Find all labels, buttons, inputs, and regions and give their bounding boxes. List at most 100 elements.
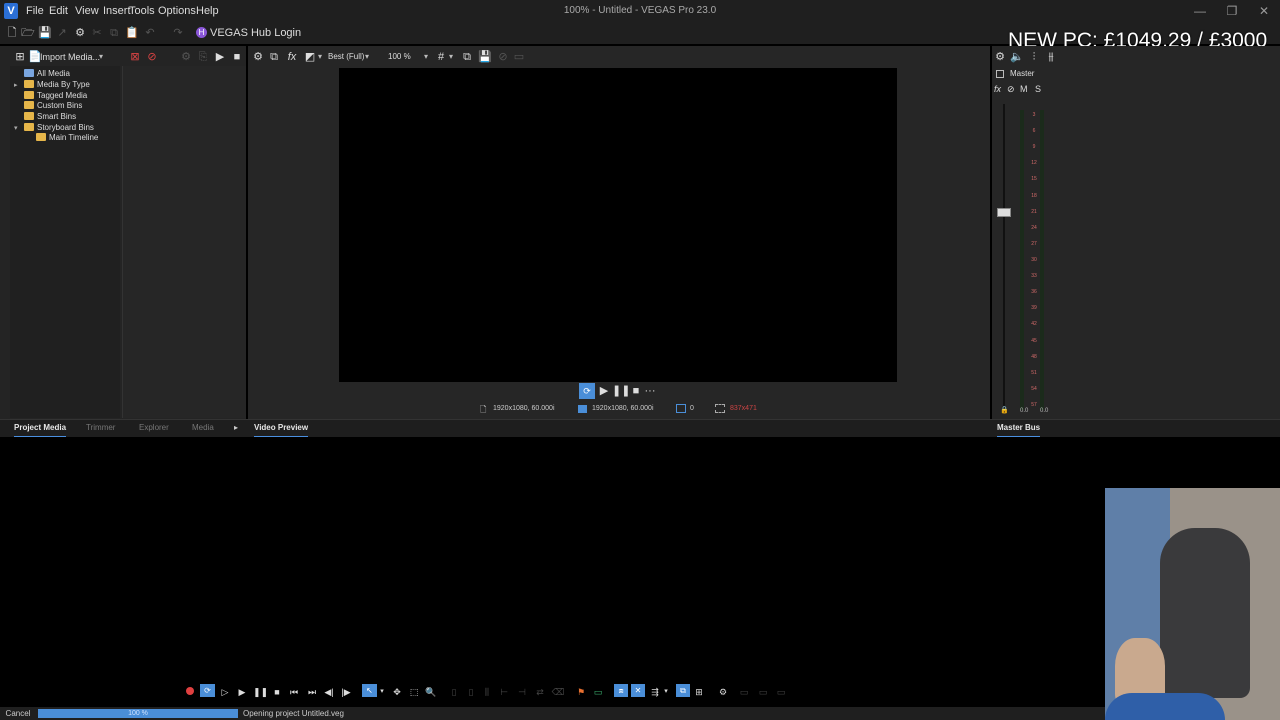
tree-item-custom-bins[interactable]: Custom Bins xyxy=(14,100,82,111)
loop-icon[interactable]: ⟳ xyxy=(200,684,215,697)
open-folder-icon[interactable]: 🗁 xyxy=(20,25,36,41)
region-icon[interactable]: ▭ xyxy=(591,685,605,699)
share-icon[interactable]: ↗ xyxy=(54,25,70,41)
snapping-icon[interactable]: ⧈ xyxy=(614,684,628,697)
master-solo-button[interactable]: S xyxy=(1035,83,1041,95)
view-icon[interactable]: ⊞ xyxy=(12,49,28,65)
zoom-chevron-down-icon[interactable]: ▾ xyxy=(424,50,428,64)
normal-edit-tool-icon[interactable]: ↖ xyxy=(362,684,377,697)
disabled-icon-5[interactable]: ▭ xyxy=(774,685,788,699)
tab-video-preview[interactable]: Video Preview xyxy=(254,421,309,438)
cancel-button[interactable]: Cancel xyxy=(0,708,36,720)
tab-scroll-right-icon[interactable]: ▸ xyxy=(234,421,238,435)
overlays-chevron-down-icon[interactable]: ▾ xyxy=(449,50,453,64)
external-monitor-icon[interactable]: ⧉ xyxy=(266,49,282,65)
prev-frame-icon[interactable]: ◀| xyxy=(322,685,336,699)
disabled-icon-4[interactable]: ▭ xyxy=(756,685,770,699)
capture-icon[interactable]: ⎘ xyxy=(195,49,211,65)
copy-icon[interactable]: ⧉ xyxy=(106,25,122,41)
delete-icon[interactable]: ⌫ xyxy=(551,685,565,699)
disabled-icon-1[interactable]: ▯ xyxy=(447,685,461,699)
media-play-icon[interactable]: ▶ xyxy=(212,49,228,65)
menu-view[interactable]: View xyxy=(71,0,103,22)
go-to-end-icon[interactable]: ⏭ xyxy=(305,685,319,699)
mixer-view-icon[interactable]: ⫶ xyxy=(1026,49,1042,65)
record-icon[interactable] xyxy=(186,687,194,695)
copy-snapshot-icon[interactable]: ⧉ xyxy=(459,49,475,65)
overlays-grid-icon[interactable]: # xyxy=(433,49,449,65)
tab-master-bus[interactable]: Master Bus xyxy=(997,421,1041,438)
close-button[interactable]: ✕ xyxy=(1248,0,1280,22)
menu-help[interactable]: Help xyxy=(192,0,223,22)
lock-icon[interactable]: 🔒 xyxy=(1000,406,1009,415)
tree-item-smart-bins[interactable]: Smart Bins xyxy=(14,111,76,122)
quality-chevron-down-icon[interactable]: ▾ xyxy=(365,50,369,64)
more-options-icon[interactable]: ··· xyxy=(642,383,658,399)
video-preview-screen[interactable] xyxy=(339,68,897,382)
disabled-icon-2[interactable]: ▯ xyxy=(464,685,478,699)
master-link-icon[interactable]: ⊘ xyxy=(1007,83,1015,95)
play-icon[interactable]: ▶ xyxy=(235,685,249,699)
disabled-tool-icon[interactable]: ⊘ xyxy=(495,49,511,65)
auto-ripple-icon[interactable]: ⇶ xyxy=(648,685,662,699)
new-project-icon[interactable]: 🗋 xyxy=(4,25,20,41)
import-media-button[interactable]: Import Media... xyxy=(40,50,100,64)
lock-envelopes-icon[interactable]: ⧉ xyxy=(676,684,690,697)
loop-playback-icon[interactable]: ⟳ xyxy=(579,383,595,399)
go-to-start-icon[interactable]: ⏮ xyxy=(287,685,301,699)
event-fx-icon[interactable]: ⚙ xyxy=(716,685,730,699)
preview-play-icon[interactable]: ▶ xyxy=(596,383,612,399)
preview-options-icon[interactable]: ▭ xyxy=(511,49,527,65)
master-mute-button[interactable]: M xyxy=(1020,83,1028,95)
menu-edit[interactable]: Edit xyxy=(45,0,72,22)
redo-icon[interactable]: ↷ xyxy=(170,25,186,41)
stop-icon[interactable]: ■ xyxy=(270,685,284,699)
split-icon[interactable]: ⫼ xyxy=(480,685,494,699)
preview-settings-gear-icon[interactable]: ⚙ xyxy=(250,49,266,65)
media-stop-icon[interactable]: ■ xyxy=(229,49,245,65)
remove-unused-icon[interactable]: ⊘ xyxy=(144,49,160,65)
auto-crossfade-icon[interactable]: ✕ xyxy=(631,684,645,697)
master-fx-button[interactable]: fx xyxy=(994,83,1001,95)
edit-tool-chevron-icon[interactable]: ▾ xyxy=(378,685,386,699)
timeline-area[interactable] xyxy=(0,437,1280,683)
paste-icon[interactable]: 📋 xyxy=(124,25,140,41)
media-fx-icon[interactable]: ⚙ xyxy=(178,49,194,65)
selection-tool-icon[interactable]: ⬚ xyxy=(407,685,421,699)
video-fx-icon[interactable]: fx xyxy=(284,49,300,65)
trim-start-icon[interactable]: ⊢ xyxy=(497,685,511,699)
next-frame-icon[interactable]: |▶ xyxy=(339,685,353,699)
trim-end-icon[interactable]: ⊣ xyxy=(515,685,529,699)
tree-item-all-media[interactable]: All Media xyxy=(14,68,70,79)
tree-expander[interactable]: ▾ xyxy=(14,123,24,134)
vegas-hub-icon[interactable]: H xyxy=(196,27,207,38)
menu-file[interactable]: File xyxy=(22,0,48,22)
tree-item-media-by-type[interactable]: ▸ Media By Type xyxy=(14,79,90,90)
preview-zoom-select[interactable]: 100 % xyxy=(388,50,411,64)
tab-explorer[interactable]: Explorer xyxy=(139,421,169,435)
play-from-start-icon[interactable]: ▷ xyxy=(218,685,232,699)
tab-trimmer[interactable]: Trimmer xyxy=(86,421,115,435)
mixer-settings-gear-icon[interactable]: ⚙ xyxy=(992,49,1008,65)
ripple-icon[interactable]: ⇄ xyxy=(533,685,547,699)
maximize-button[interactable]: ❐ xyxy=(1216,0,1248,22)
save-snapshot-icon[interactable]: 💾 xyxy=(477,49,493,65)
import-dropdown-chevron-icon[interactable]: ▾ xyxy=(99,50,103,64)
tree-item-main-timeline[interactable]: Main Timeline xyxy=(26,132,98,143)
hub-login-button[interactable]: VEGAS Hub Login xyxy=(210,24,301,42)
undo-icon[interactable]: ↶ xyxy=(142,25,158,41)
cut-icon[interactable]: ✂ xyxy=(89,25,105,41)
disabled-icon-3[interactable]: ▭ xyxy=(737,685,751,699)
split-chevron-down-icon[interactable]: ▾ xyxy=(318,50,322,64)
envelope-tool-icon[interactable]: ✥ xyxy=(390,685,404,699)
zoom-tool-icon[interactable]: 🔍 xyxy=(424,685,438,699)
remove-media-icon[interactable]: ⊠ xyxy=(127,49,143,65)
properties-gear-icon[interactable]: ⚙ xyxy=(72,25,88,41)
split-screen-icon[interactable]: ◩ xyxy=(302,49,318,65)
marker-icon[interactable]: ⚑ xyxy=(574,685,588,699)
preview-pause-icon[interactable]: ❚❚ xyxy=(612,383,630,399)
minimize-button[interactable]: — xyxy=(1184,0,1216,22)
master-fader-handle[interactable] xyxy=(997,208,1011,217)
faders-icon[interactable]: ⫵ xyxy=(1043,49,1059,65)
media-list-area[interactable] xyxy=(122,66,246,418)
